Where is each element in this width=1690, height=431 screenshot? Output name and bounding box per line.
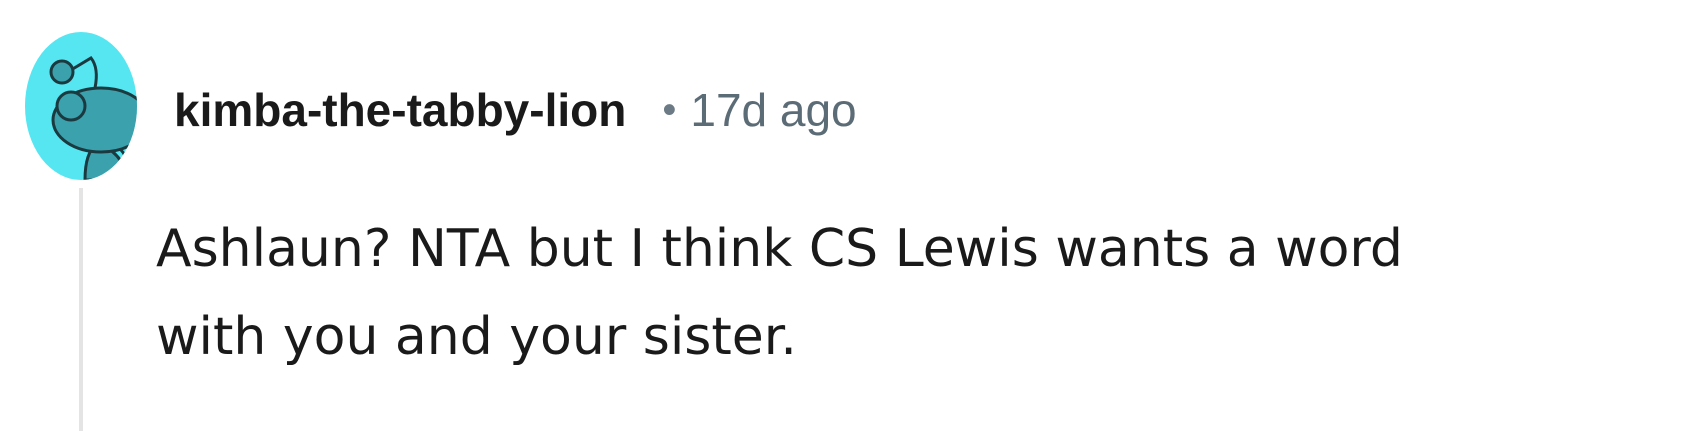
comment-body: Ashlaun? NTA but I think CS Lewis wants …: [156, 205, 1656, 381]
snoo-avatar-icon: [49, 56, 137, 180]
comment-meta: kimba-the-tabby-lion • 17d ago: [174, 82, 857, 138]
comment-timestamp[interactable]: 17d ago: [690, 83, 856, 137]
meta-separator: •: [662, 87, 677, 132]
user-avatar[interactable]: [25, 32, 137, 180]
thread-collapse-line[interactable]: [79, 188, 83, 431]
comment-body-line-1: Ashlaun? NTA but I think CS Lewis wants …: [156, 219, 1403, 279]
comment-body-line-2: with you and your sister.: [156, 307, 797, 367]
username-link[interactable]: kimba-the-tabby-lion: [174, 83, 626, 137]
comment: kimba-the-tabby-lion • 17d ago Ashlaun? …: [0, 0, 1690, 431]
